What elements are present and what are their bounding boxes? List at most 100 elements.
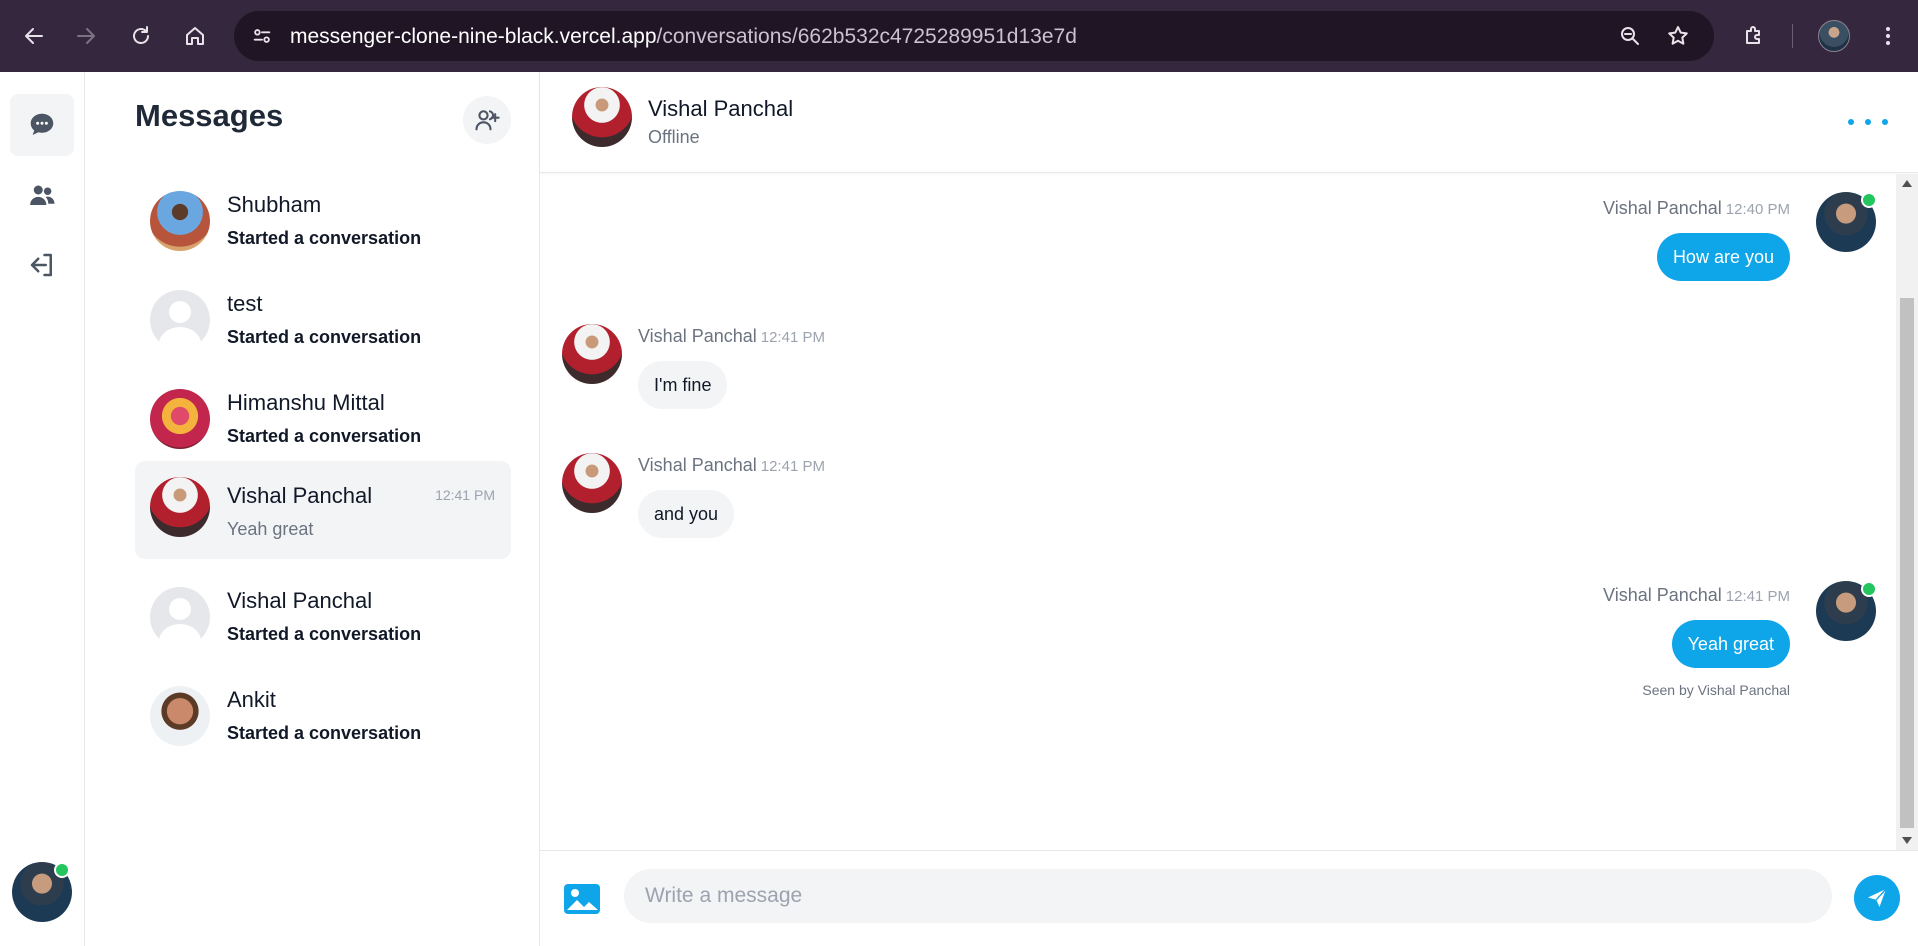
- message-list: Vishal Panchal 12:40 PM How are you Visha…: [540, 174, 1896, 850]
- conversation-name: Vishal Panchal: [227, 588, 373, 613]
- conversation-name: Vishal Panchal: [227, 483, 373, 508]
- add-group-button[interactable]: [463, 96, 511, 144]
- image-icon: [564, 884, 600, 914]
- message-meta: Vishal Panchal 12:41 PM: [1603, 585, 1790, 606]
- back-button[interactable]: [16, 18, 52, 54]
- address-bar[interactable]: messenger-clone-nine-black.vercel.app/co…: [234, 11, 1714, 61]
- reload-button[interactable]: [123, 18, 159, 54]
- users-icon: [30, 185, 55, 205]
- users-nav-button[interactable]: [10, 164, 74, 226]
- message-time: 12:40 PM: [1725, 201, 1790, 218]
- conversation-item[interactable]: Vishal Panchal Started a conversation: [135, 568, 511, 666]
- avatar: [150, 587, 210, 647]
- online-indicator: [1861, 581, 1877, 597]
- chat-icon: [30, 113, 54, 135]
- avatar: [150, 477, 210, 537]
- conversation-preview: Started a conversation: [227, 723, 422, 743]
- message-input[interactable]: [624, 869, 1832, 923]
- message-bubble: How are you: [1656, 233, 1790, 281]
- conversation-item[interactable]: Shubham Started a conversation: [135, 172, 511, 270]
- message-time: 12:41 PM: [760, 458, 825, 475]
- user-add-icon: [475, 110, 500, 131]
- conversation-list: Messages Shubham Started a conversation …: [86, 72, 540, 946]
- message-scrollbar[interactable]: [1896, 174, 1918, 850]
- logout-icon: [30, 253, 52, 277]
- messenger-app: Messages Shubham Started a conversation …: [0, 72, 1918, 946]
- extensions-icon: [1746, 26, 1760, 44]
- chat-avatar[interactable]: [572, 87, 632, 147]
- chat-header: Vishal Panchal Offline: [540, 72, 1918, 173]
- list-title: Messages: [135, 98, 284, 133]
- scroll-down-icon[interactable]: [1902, 837, 1912, 844]
- conversation-preview: Yeah great: [227, 519, 314, 539]
- conversation-preview: Started a conversation: [227, 327, 422, 347]
- message-meta: Vishal Panchal 12:41 PM: [638, 326, 825, 347]
- avatar: [150, 389, 210, 449]
- message-bubble: Yeah great: [1671, 620, 1790, 668]
- site-info-button[interactable]: [246, 20, 278, 52]
- message-avatar: [562, 453, 622, 513]
- message-meta: Vishal Panchal 12:41 PM: [638, 455, 825, 476]
- message-time: 12:41 PM: [760, 329, 825, 346]
- conversation-item-selected[interactable]: Vishal Panchal Yeah great 12:41 PM: [135, 461, 511, 559]
- zoom-icon[interactable]: [1618, 24, 1642, 48]
- conversation-name: Ankit: [227, 687, 276, 712]
- message-sender: Vishal Panchal: [638, 326, 757, 346]
- message-time: 12:41 PM: [1725, 588, 1790, 605]
- conversation-name: Himanshu Mittal: [227, 390, 385, 415]
- upload-image-button[interactable]: [562, 881, 602, 917]
- conversation-time: 12:41 PM: [435, 487, 495, 503]
- conversation-preview: Started a conversation: [227, 228, 422, 248]
- message-composer: [540, 850, 1918, 946]
- seen-receipt: Seen by Vishal Panchal: [1642, 682, 1790, 698]
- forward-icon: [77, 28, 95, 44]
- forward-button[interactable]: [68, 18, 104, 54]
- url-path: /conversations/662b532c4725289951d13e7d: [656, 25, 1077, 48]
- scroll-thumb[interactable]: [1900, 298, 1914, 828]
- home-icon: [186, 27, 204, 45]
- more-dot: [1882, 119, 1888, 125]
- message-sender: Vishal Panchal: [1603, 198, 1722, 218]
- message-bubble: I'm fine: [638, 361, 728, 409]
- online-indicator: [54, 862, 70, 878]
- extensions-button[interactable]: [1736, 18, 1772, 54]
- star-icon[interactable]: [1666, 24, 1690, 48]
- chat-contact-status: Offline: [648, 127, 700, 147]
- message-bubble: and you: [638, 490, 735, 538]
- chat-pane: Vishal Panchal Offline Vishal Panchal 12:…: [540, 72, 1918, 946]
- conversation-item[interactable]: test Started a conversation: [135, 271, 511, 369]
- more-dot: [1865, 119, 1871, 125]
- chat-contact-name: Vishal Panchal: [648, 96, 794, 121]
- site-info-icon: [253, 29, 271, 43]
- chat-nav-button[interactable]: [10, 94, 74, 156]
- more-options-button[interactable]: [1848, 108, 1888, 136]
- reload-icon: [133, 26, 149, 44]
- browser-toolbar: messenger-clone-nine-black.vercel.app/co…: [0, 0, 1918, 72]
- profile-avatar[interactable]: [1818, 20, 1850, 52]
- avatar: [150, 686, 210, 746]
- toolbar-divider: [1792, 24, 1793, 48]
- browser-menu-button[interactable]: [1870, 18, 1906, 54]
- send-icon: [1868, 888, 1887, 907]
- url-host: messenger-clone-nine-black.vercel.app: [290, 25, 657, 48]
- conversation-preview: Started a conversation: [227, 624, 422, 644]
- message-sender: Vishal Panchal: [638, 455, 757, 475]
- avatar: [150, 191, 210, 251]
- home-button[interactable]: [177, 18, 213, 54]
- more-dot: [1848, 119, 1854, 125]
- scroll-up-icon[interactable]: [1902, 180, 1912, 187]
- logout-nav-button[interactable]: [10, 234, 74, 296]
- conversation-item[interactable]: Ankit Started a conversation: [135, 667, 511, 765]
- nav-rail: [0, 72, 85, 946]
- url-text[interactable]: messenger-clone-nine-black.vercel.app/co…: [290, 25, 1077, 49]
- conversation-name: Shubham: [227, 192, 322, 217]
- conversation-name: test: [227, 291, 263, 316]
- avatar: [150, 290, 210, 350]
- message-sender: Vishal Panchal: [1603, 585, 1722, 605]
- online-indicator: [1861, 192, 1877, 208]
- conversation-item[interactable]: Himanshu Mittal Started a conversation: [135, 370, 511, 468]
- message-avatar: [562, 324, 622, 384]
- menu-icon: [1886, 27, 1890, 45]
- send-button[interactable]: [1854, 875, 1900, 921]
- conversation-preview: Started a conversation: [227, 426, 422, 446]
